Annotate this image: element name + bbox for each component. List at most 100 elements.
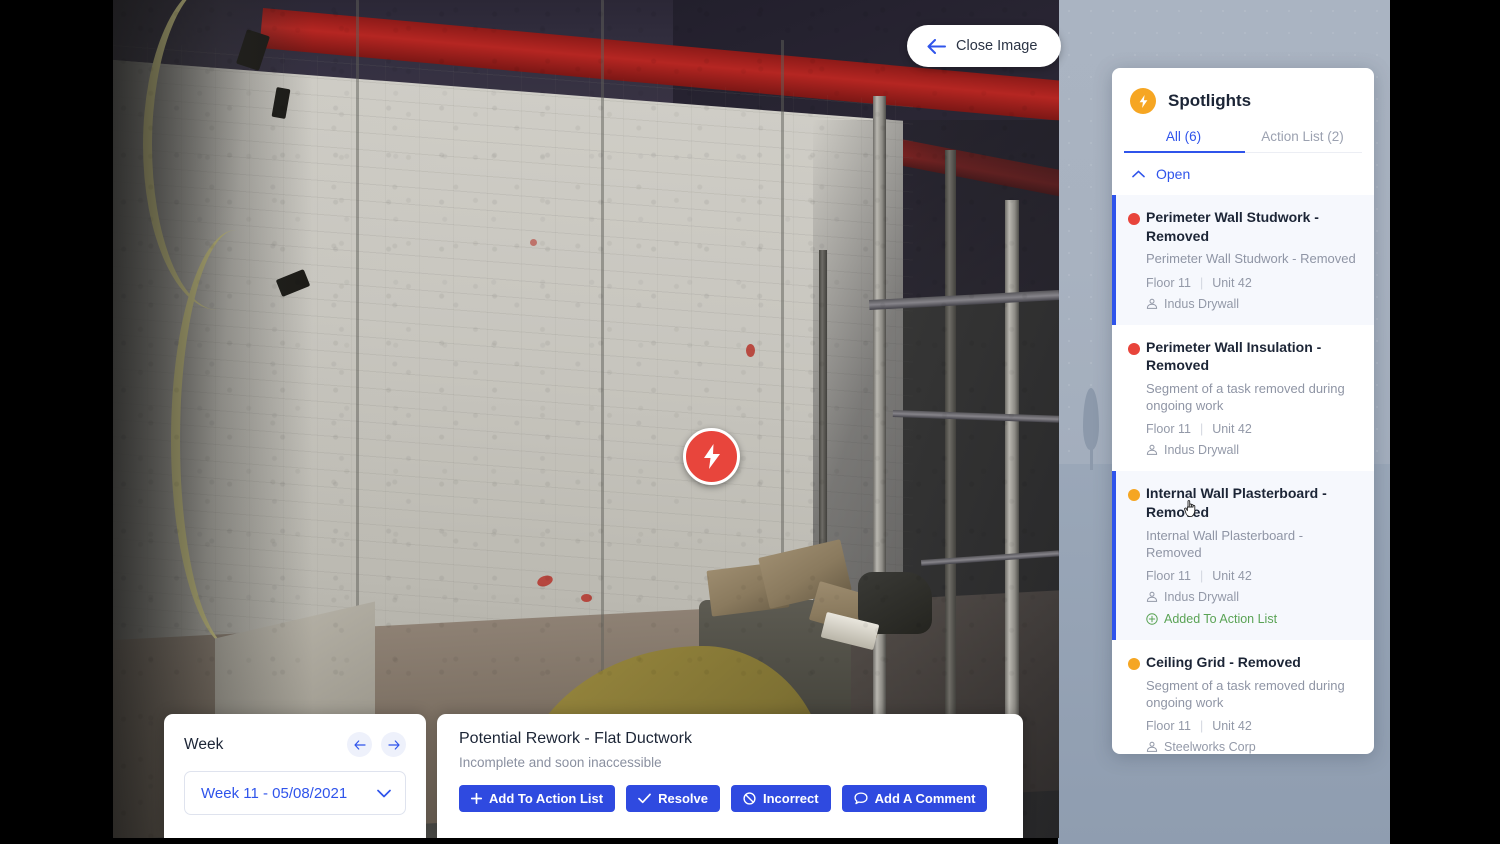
chevron-down-icon	[377, 789, 391, 798]
arrow-left-icon	[927, 39, 946, 54]
spotlight-item-description: Perimeter Wall Studwork - Removed	[1146, 250, 1358, 267]
add-to-action-list-label: Add To Action List	[489, 791, 603, 806]
close-image-button[interactable]: Close Image	[907, 25, 1061, 67]
spotlight-item-org: Indus Drywall	[1146, 590, 1358, 604]
tab-all-label: All (6)	[1166, 129, 1201, 144]
week-next-button[interactable]	[381, 732, 406, 757]
spotlights-header: Spotlights	[1112, 68, 1374, 114]
spotlight-detail-card: Potential Rework - Flat Ductwork Incompl…	[437, 714, 1023, 838]
tab-underline-track	[1245, 152, 1362, 154]
spotlight-item-org-label: Indus Drywall	[1164, 297, 1239, 311]
spotlight-item-location: Floor 11 | Unit 42	[1146, 569, 1358, 583]
tab-action-list[interactable]: Action List (2)	[1243, 129, 1362, 153]
week-prev-button[interactable]	[347, 732, 372, 757]
tab-all[interactable]: All (6)	[1124, 129, 1243, 153]
app-root: Close Image Week Week 11 - 05/08/2021	[0, 0, 1500, 844]
spotlights-panel: Spotlights All (6) Action List (2) Open …	[1112, 68, 1374, 754]
spotlight-item-title: Ceiling Grid - Removed	[1146, 653, 1358, 672]
spotlight-item-title: Perimeter Wall Insulation - Removed	[1146, 338, 1358, 375]
spotlight-item-org-label: Indus Drywall	[1164, 590, 1239, 604]
contractor-icon	[1146, 741, 1158, 753]
spotlight-marker[interactable]	[683, 428, 740, 485]
status-dot	[1128, 343, 1140, 355]
close-image-label: Close Image	[956, 38, 1037, 54]
week-select-value: Week 11 - 05/08/2021	[201, 785, 347, 802]
contractor-icon	[1146, 591, 1158, 603]
spotlight-item-floor: Floor 11	[1146, 719, 1191, 733]
spotlights-tabs: All (6) Action List (2)	[1112, 129, 1374, 153]
spotlight-item-floor: Floor 11	[1146, 276, 1191, 290]
spotlight-item-description: Internal Wall Plasterboard - Removed	[1146, 527, 1358, 562]
add-comment-label: Add A Comment	[875, 791, 976, 806]
spotlight-item-location: Floor 11 | Unit 42	[1146, 719, 1358, 733]
resolve-label: Resolve	[658, 791, 708, 806]
plus-icon	[471, 793, 482, 804]
circle-plus-icon	[1146, 613, 1158, 625]
meta-separator: |	[1200, 422, 1203, 436]
spotlight-item-unit: Unit 42	[1212, 719, 1252, 733]
photo-red-mark-2	[581, 594, 592, 602]
meta-separator: |	[1200, 719, 1203, 733]
photo-left-shadow	[113, 0, 313, 838]
status-dot	[1128, 489, 1140, 501]
week-header: Week	[184, 732, 406, 757]
week-nav-group	[347, 732, 406, 757]
detail-action-buttons: Add To Action List Resolve Incorrect	[459, 785, 1001, 812]
lightning-bolt-icon	[702, 444, 722, 469]
spotlight-item-unit: Unit 42	[1212, 276, 1252, 290]
ban-icon	[743, 792, 756, 805]
spotlight-item-description: Segment of a task removed during ongoing…	[1146, 380, 1358, 415]
spotlight-item-title: Internal Wall Plasterboard - Removed	[1146, 484, 1358, 521]
photo-red-mark-4	[530, 239, 537, 246]
arrow-left-icon	[354, 740, 366, 750]
meta-separator: |	[1200, 276, 1203, 290]
spotlight-list-item[interactable]: Internal Wall Plasterboard - Removed Int…	[1112, 471, 1374, 640]
spotlight-list-item[interactable]: Perimeter Wall Studwork - Removed Perime…	[1112, 195, 1374, 325]
spotlight-list-item[interactable]: Perimeter Wall Insulation - Removed Segm…	[1112, 325, 1374, 472]
incorrect-label: Incorrect	[763, 791, 819, 806]
spotlight-item-title: Perimeter Wall Studwork - Removed	[1146, 208, 1358, 245]
detail-title: Potential Rework - Flat Ductwork	[459, 730, 1001, 748]
week-title: Week	[184, 736, 223, 754]
contractor-icon	[1146, 444, 1158, 456]
spotlight-item-floor: Floor 11	[1146, 569, 1191, 583]
photo-post-2	[945, 150, 956, 730]
arrow-right-icon	[388, 740, 400, 750]
spotlight-item-unit: Unit 42	[1212, 569, 1252, 583]
spotlight-item-org-label: Steelworks Corp	[1164, 740, 1256, 754]
meta-separator: |	[1200, 569, 1203, 583]
contractor-icon	[1146, 298, 1158, 310]
chevron-up-icon	[1132, 170, 1145, 178]
spotlight-item-org: Indus Drywall	[1146, 297, 1358, 311]
tab-active-underline	[1124, 151, 1245, 154]
spotlight-item-unit: Unit 42	[1212, 422, 1252, 436]
spotlight-item-org-label: Indus Drywall	[1164, 443, 1239, 457]
spotlight-list-item[interactable]: Ceiling Grid - Removed Segment of a task…	[1112, 640, 1374, 754]
status-dot	[1128, 213, 1140, 225]
incorrect-button[interactable]: Incorrect	[731, 785, 831, 812]
spotlight-item-org: Steelworks Corp	[1146, 740, 1358, 754]
lightning-bolt-icon	[1130, 88, 1156, 114]
spotlight-item-location: Floor 11 | Unit 42	[1146, 422, 1358, 436]
resolve-button[interactable]: Resolve	[626, 785, 720, 812]
site-photo-viewer[interactable]	[113, 0, 1059, 838]
status-dot	[1128, 658, 1140, 670]
comment-icon	[854, 792, 868, 805]
week-selector-card: Week Week 11 - 05/08/2021	[164, 714, 426, 838]
add-comment-button[interactable]: Add A Comment	[842, 785, 988, 812]
group-open-label: Open	[1156, 166, 1190, 182]
photo-wall-joint-2	[601, 0, 604, 760]
check-icon	[638, 793, 651, 804]
spotlight-item-description: Segment of a task removed during ongoing…	[1146, 677, 1358, 712]
spotlight-item-location: Floor 11 | Unit 42	[1146, 276, 1358, 290]
detail-subtitle: Incomplete and soon inaccessible	[459, 755, 1001, 770]
week-select-dropdown[interactable]: Week 11 - 05/08/2021	[184, 771, 406, 815]
group-open-toggle[interactable]: Open	[1112, 153, 1374, 195]
tree-decoration	[1080, 388, 1102, 470]
add-to-action-list-button[interactable]: Add To Action List	[459, 785, 615, 812]
tab-action-list-label: Action List (2)	[1261, 129, 1344, 144]
spotlight-item-floor: Floor 11	[1146, 422, 1191, 436]
spotlight-item-org: Indus Drywall	[1146, 443, 1358, 457]
spotlight-item-action-status: Added To Action List	[1146, 612, 1358, 626]
photo-red-mark-3	[746, 344, 755, 357]
